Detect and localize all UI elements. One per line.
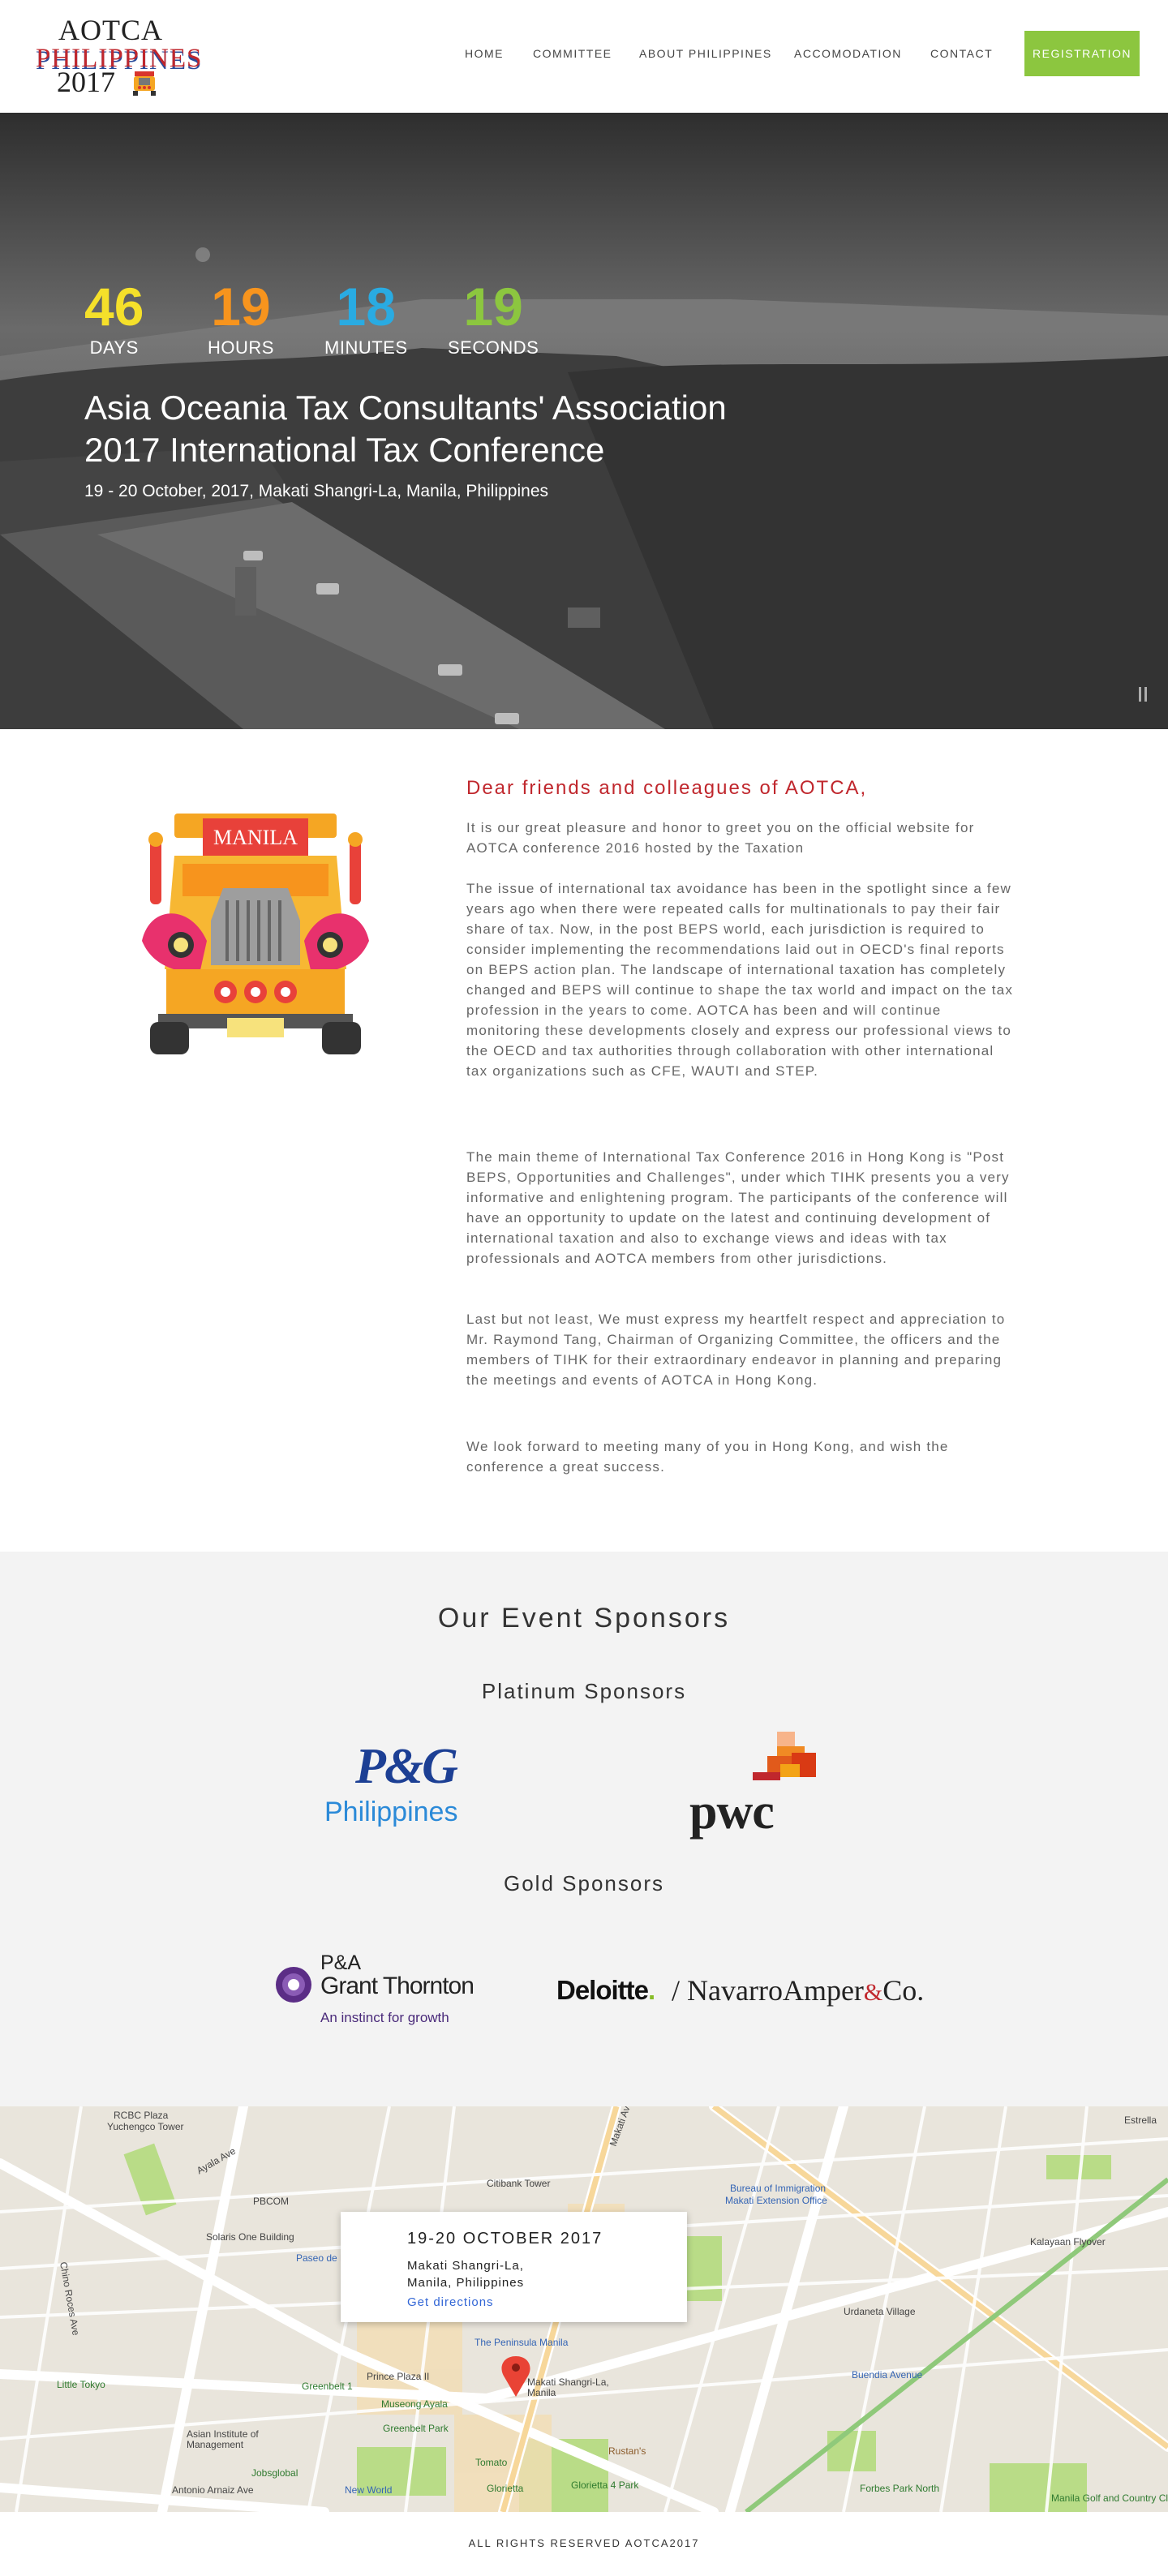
map-label-aim: Asian Institute of Management (187, 2428, 259, 2450)
map-label-glorietta: Glorietta (487, 2483, 524, 2494)
jeep-sign-text: MANILA (213, 826, 298, 849)
map-label-immigration: Bureau of Immigration (730, 2183, 827, 2194)
venue-date: 19-20 OCTOBER 2017 (407, 2230, 603, 2248)
pg-philippines-logo[interactable]: P&G Philippines (324, 1738, 479, 1835)
navarro-co: Co. (882, 1974, 925, 2007)
navarro-name: NavarroAmper (687, 1974, 864, 2007)
venue-info-card: 19-20 OCTOBER 2017 Makati Shangri-La, Ma… (341, 2212, 687, 2322)
copyright-text: ALL RIGHTS RESERVED AOTCA2017 (468, 2537, 700, 2549)
nav-contact[interactable]: CONTACT (930, 47, 993, 60)
jeepney-illustration: MANILA (142, 814, 369, 1054)
map-label-shangri-la: Makati Shangri-La, Manila (527, 2376, 609, 2398)
countdown-days: 46 DAYS (84, 277, 144, 358)
countdown-hours-label: HOURS (208, 337, 274, 358)
map-label-museo-ayala: Museong Ayala (381, 2398, 448, 2410)
pg-logo-mark: P&G (355, 1739, 458, 1794)
hero-subtitle: 19 - 20 October, 2017, Makati Shangri-La… (84, 482, 548, 500)
slider-pause-icon[interactable] (1139, 687, 1149, 702)
countdown-seconds-label: SECONDS (448, 337, 539, 358)
map-label-greenbelt-park: Greenbelt Park (383, 2423, 449, 2434)
countdown-hours: 19 HOURS (208, 277, 274, 358)
welcome-paragraph-2: The issue of international tax avoidance… (466, 881, 1014, 1079)
map-label-greenbelt1: Greenbelt 1 (302, 2381, 353, 2392)
grant-thornton-logo[interactable]: P&A Grant Thornton An instinct for growt… (273, 1947, 476, 2036)
logo-text-aotca: AOTCA (58, 14, 163, 46)
map-label-rcbc: RCBC Plaza (114, 2110, 169, 2121)
countdown-seconds: 19 SECONDS (448, 277, 539, 358)
site-footer: ALL RIGHTS RESERVED AOTCA2017 (0, 2512, 1168, 2576)
site-header: AOTCA PHILIPPINES 2017 HOME COMMITTEE AB… (0, 0, 1168, 113)
map-label-immigration-ext: Makati Extension Office (725, 2195, 827, 2206)
sponsors-title: Our Event Sponsors (437, 1603, 731, 1634)
welcome-paragraph-5: We look forward to meeting many of you i… (466, 1439, 949, 1475)
navarro-ampersand: & (863, 1979, 883, 2006)
welcome-paragraph-4: Last but not least, We must express my h… (466, 1312, 1006, 1388)
gold-sponsors-heading: Gold Sponsors (504, 1871, 664, 1896)
pwc-logo[interactable]: pwc (689, 1732, 831, 1841)
map-label-citibank: Citibank Tower (487, 2178, 551, 2189)
platinum-sponsors-heading: Platinum Sponsors (481, 1679, 687, 1703)
hero-banner: 46 DAYS 19 HOURS 18 MINUTES 19 SECONDS A… (0, 113, 1168, 729)
map-label-glorietta4: Glorietta 4 Park (571, 2479, 639, 2491)
map-label-urdaneta: Urdaneta Village (844, 2306, 916, 2317)
map-label-yuchengco: Yuchengco Tower (107, 2121, 184, 2132)
logo-text-year: 2017 (57, 66, 115, 98)
pwc-blocks-icon (753, 1732, 816, 1780)
nav-committee[interactable]: COMMITTEE (533, 47, 612, 60)
venue-address-line1: Makati Shangri-La, (407, 2259, 524, 2273)
map-label-solaris: Solaris One Building (206, 2231, 294, 2243)
navarro-slash: / (672, 1974, 681, 2007)
deloitte-name: Deloitte (556, 1975, 649, 2005)
map-label-pbcom: PBCOM (253, 2196, 290, 2207)
map-label-little-tokyo: Little Tokyo (57, 2379, 105, 2390)
map-label-buendia: Buendia Avenue (852, 2369, 923, 2381)
nav-accomodation[interactable]: ACCOMODATION (794, 47, 902, 60)
jeepney-icon (133, 71, 156, 96)
pwc-logo-text: pwc (689, 1784, 775, 1840)
countdown-minutes-value: 18 (336, 277, 396, 337)
welcome-paragraph-1: It is our great pleasure and honor to gr… (466, 820, 975, 856)
venue-address-line2: Manila, Philippines (407, 2276, 525, 2290)
nav-home[interactable]: HOME (465, 47, 504, 60)
countdown-days-label: DAYS (89, 337, 139, 358)
map-label-jobsglobal: Jobsglobal (251, 2467, 298, 2479)
map-label-rustans: Rustan's (608, 2445, 646, 2457)
grant-thornton-name: Grant Thornton (320, 1973, 474, 1999)
map-label-tomato: Tomato (475, 2457, 508, 2468)
countdown-hours-value: 19 (211, 277, 271, 337)
deloitte-logo[interactable]: Deloitte. (556, 1975, 655, 2006)
countdown-days-value: 46 (84, 277, 144, 337)
welcome-title: Dear friends and colleagues of AOTCA, (466, 777, 868, 799)
map-label-prince-plaza: Prince Plaza II (367, 2371, 430, 2382)
grant-thornton-prefix: P&A (320, 1951, 362, 1974)
grant-thornton-icon (276, 1967, 311, 2003)
venue-address: Makati Shangri-La, Manila, Philippines (407, 2257, 569, 2291)
map-label-estrella: Estrella (1124, 2114, 1157, 2126)
deloitte-dot: . (648, 1975, 655, 2005)
map-label-arnaiz: Antonio Arnaiz Ave (172, 2484, 254, 2496)
nav-about-philippines[interactable]: ABOUT PHILIPPINES (639, 47, 772, 60)
pg-logo-subtitle: Philippines (324, 1797, 458, 1827)
aotca-logo[interactable]: AOTCA PHILIPPINES 2017 (36, 11, 201, 101)
hero-title-line2: 2017 International Tax Conference (84, 431, 605, 469)
navarro-amper-logo[interactable]: / NavarroAmper&Co. (672, 1973, 924, 2007)
location-map[interactable]: RCBC Plaza Yuchengco Tower Ayala Ave Cit… (0, 2106, 1168, 2512)
map-label-kalayaan: Kalayaan Flyover (1030, 2236, 1106, 2248)
grant-thornton-tagline: An instinct for growth (320, 2010, 449, 2025)
map-label-new-world: New World (345, 2484, 393, 2496)
countdown-minutes-label: MINUTES (324, 337, 408, 358)
registration-button[interactable]: REGISTRATION (1024, 31, 1140, 76)
hero-title: Asia Oceania Tax Consultants' Associatio… (84, 387, 895, 471)
sponsors-section (0, 1552, 1168, 2106)
welcome-paragraph-3: The main theme of International Tax Conf… (466, 1149, 1010, 1266)
map-label-peninsula: The Peninsula Manila (474, 2337, 569, 2348)
map-label-manila-golf: Manila Golf and Country Club (1051, 2492, 1168, 2504)
map-label-forbes-park: Forbes Park North (860, 2483, 940, 2494)
get-directions-link[interactable]: Get directions (407, 2295, 494, 2309)
countdown-seconds-value: 19 (463, 277, 523, 337)
countdown-minutes: 18 MINUTES (324, 277, 408, 358)
hero-title-line1: Asia Oceania Tax Consultants' Associatio… (84, 389, 727, 427)
